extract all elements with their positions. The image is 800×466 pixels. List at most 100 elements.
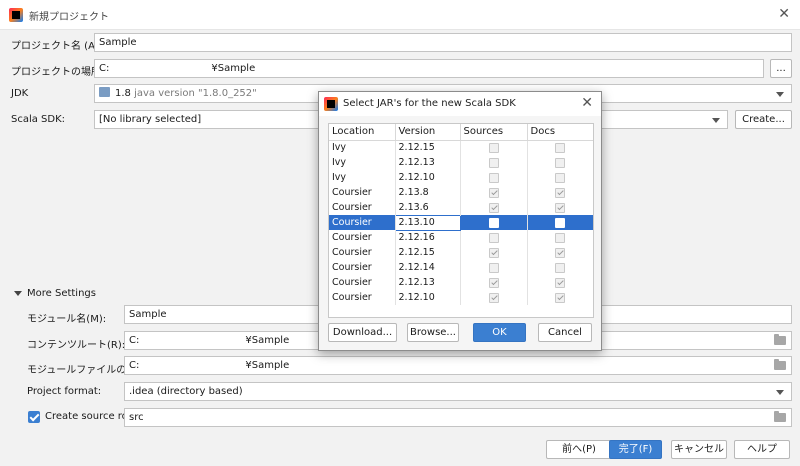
cell-sources — [460, 140, 528, 155]
project-format-select[interactable]: .idea (directory based) — [124, 382, 792, 401]
project-location-input[interactable]: C: ¥Sample — [94, 59, 764, 78]
docs-checkbox[interactable] — [555, 232, 565, 243]
jar-table[interactable]: Location Version Sources Docs Ivy 2.12.15… — [328, 123, 594, 318]
create-source-root-checkbox[interactable] — [28, 411, 40, 423]
table-row[interactable]: Coursier 2.12.10 — [329, 290, 593, 305]
column-header-version[interactable]: Version — [395, 124, 461, 141]
sources-checkbox[interactable] — [488, 232, 499, 243]
table-row[interactable]: Coursier 2.12.16 — [329, 230, 593, 245]
cell-sources — [460, 170, 528, 185]
cell-sources — [460, 230, 528, 245]
table-row[interactable]: Ivy 2.12.13 — [329, 155, 593, 170]
docs-checkbox[interactable] — [555, 142, 565, 153]
cell-docs — [527, 140, 593, 155]
cancel-button[interactable]: キャンセル — [671, 440, 727, 459]
dialog-close-icon[interactable]: ✕ — [581, 95, 593, 111]
project-location-start: C: — [99, 63, 110, 74]
window-title: 新規プロジェクト — [29, 12, 109, 23]
docs-checkbox[interactable] — [555, 292, 565, 303]
source-root-input[interactable]: src — [124, 408, 792, 427]
table-row[interactable]: Coursier 2.12.13 — [329, 275, 593, 290]
prev-button[interactable]: 前へ(P) — [546, 440, 612, 459]
table-row[interactable]: Coursier 2.12.15 — [329, 245, 593, 260]
chevron-down-icon[interactable] — [14, 291, 22, 296]
table-row[interactable]: Coursier 2.13.8 — [329, 185, 593, 200]
docs-checkbox[interactable] — [555, 202, 565, 213]
sources-checkbox[interactable] — [488, 292, 499, 303]
close-icon[interactable]: ✕ — [778, 6, 790, 22]
docs-checkbox[interactable] — [555, 247, 565, 258]
jdk-folder-icon — [99, 87, 110, 97]
dialog-title: Select JAR's for the new Scala SDK — [343, 98, 516, 109]
ok-button[interactable]: OK — [473, 323, 526, 342]
cell-version: 2.12.13 — [395, 155, 461, 170]
sources-checkbox[interactable] — [488, 187, 499, 198]
cell-location: Coursier — [329, 200, 396, 215]
sources-checkbox[interactable] — [488, 142, 499, 153]
download-button[interactable]: Download... — [328, 323, 397, 342]
cell-version: 2.12.13 — [395, 275, 461, 290]
module-name-label: モジュール名(M): — [27, 314, 107, 325]
docs-checkbox[interactable] — [555, 217, 565, 228]
cell-location: Coursier — [329, 260, 396, 275]
cell-version: 2.12.15 — [395, 140, 461, 155]
cell-location: Coursier — [329, 215, 396, 230]
cell-docs — [527, 215, 593, 230]
cell-location: Coursier — [329, 230, 396, 245]
folder-icon[interactable] — [774, 411, 786, 422]
column-header-sources[interactable]: Sources — [460, 124, 528, 141]
cell-location: Coursier — [329, 245, 396, 260]
cell-sources — [460, 200, 528, 215]
folder-icon[interactable] — [774, 359, 786, 370]
docs-checkbox[interactable] — [555, 277, 565, 288]
sources-checkbox[interactable] — [488, 277, 499, 288]
sources-checkbox[interactable] — [488, 262, 499, 273]
cell-docs — [527, 290, 593, 305]
cell-docs — [527, 275, 593, 290]
select-jars-dialog: Select JAR's for the new Scala SDK ✕ Loc… — [318, 91, 602, 351]
cell-version: 2.13.8 — [395, 185, 461, 200]
docs-checkbox[interactable] — [555, 187, 565, 198]
table-row[interactable]: Ivy 2.12.10 — [329, 170, 593, 185]
table-row[interactable]: Coursier 2.13.6 — [329, 200, 593, 215]
table-header-row: Location Version Sources Docs — [329, 124, 593, 141]
content-root-label: コンテンツルート(R): — [27, 340, 126, 351]
project-name-label: プロジェクト名 (A): — [11, 41, 103, 52]
cell-version: 2.12.10 — [395, 170, 461, 185]
cell-sources — [460, 185, 528, 200]
module-file-location-input[interactable]: C: ¥Sample — [124, 356, 792, 375]
browse-location-button[interactable]: ... — [770, 59, 792, 78]
module-file-location-start: C: — [129, 360, 140, 371]
folder-icon[interactable] — [774, 334, 786, 345]
cell-docs — [527, 200, 593, 215]
table-row[interactable]: Coursier 2.12.14 — [329, 260, 593, 275]
intellij-app-icon — [9, 8, 23, 22]
cell-sources — [460, 290, 528, 305]
sources-checkbox[interactable] — [488, 217, 499, 228]
more-settings-header[interactable]: More Settings — [27, 288, 96, 299]
browse-button[interactable]: Browse... — [407, 323, 459, 342]
table-row[interactable]: Coursier 2.13.10 — [329, 214, 593, 231]
cell-version: 2.12.10 — [395, 290, 461, 305]
create-sdk-button[interactable]: Create... — [735, 110, 792, 129]
sources-checkbox[interactable] — [488, 157, 499, 168]
sources-checkbox[interactable] — [488, 172, 499, 183]
docs-checkbox[interactable] — [555, 157, 565, 168]
project-name-input[interactable]: Sample — [94, 33, 792, 52]
cell-location: Ivy — [329, 140, 396, 155]
project-location-end: ¥Sample — [211, 63, 256, 74]
column-header-location[interactable]: Location — [329, 124, 396, 141]
column-header-docs[interactable]: Docs — [527, 124, 593, 141]
sources-checkbox[interactable] — [488, 247, 499, 258]
cell-sources — [460, 215, 528, 230]
table-row[interactable]: Ivy 2.12.15 — [329, 140, 593, 155]
dialog-cancel-button[interactable]: Cancel — [538, 323, 592, 342]
docs-checkbox[interactable] — [555, 262, 565, 273]
cell-version[interactable]: 2.13.10 — [394, 214, 461, 231]
sources-checkbox[interactable] — [488, 202, 499, 213]
content-root-end: ¥Sample — [245, 335, 290, 346]
finish-button[interactable]: 完了(F) — [609, 440, 662, 459]
intellij-app-icon — [324, 97, 338, 111]
docs-checkbox[interactable] — [555, 172, 565, 183]
help-button[interactable]: ヘルプ — [734, 440, 790, 459]
